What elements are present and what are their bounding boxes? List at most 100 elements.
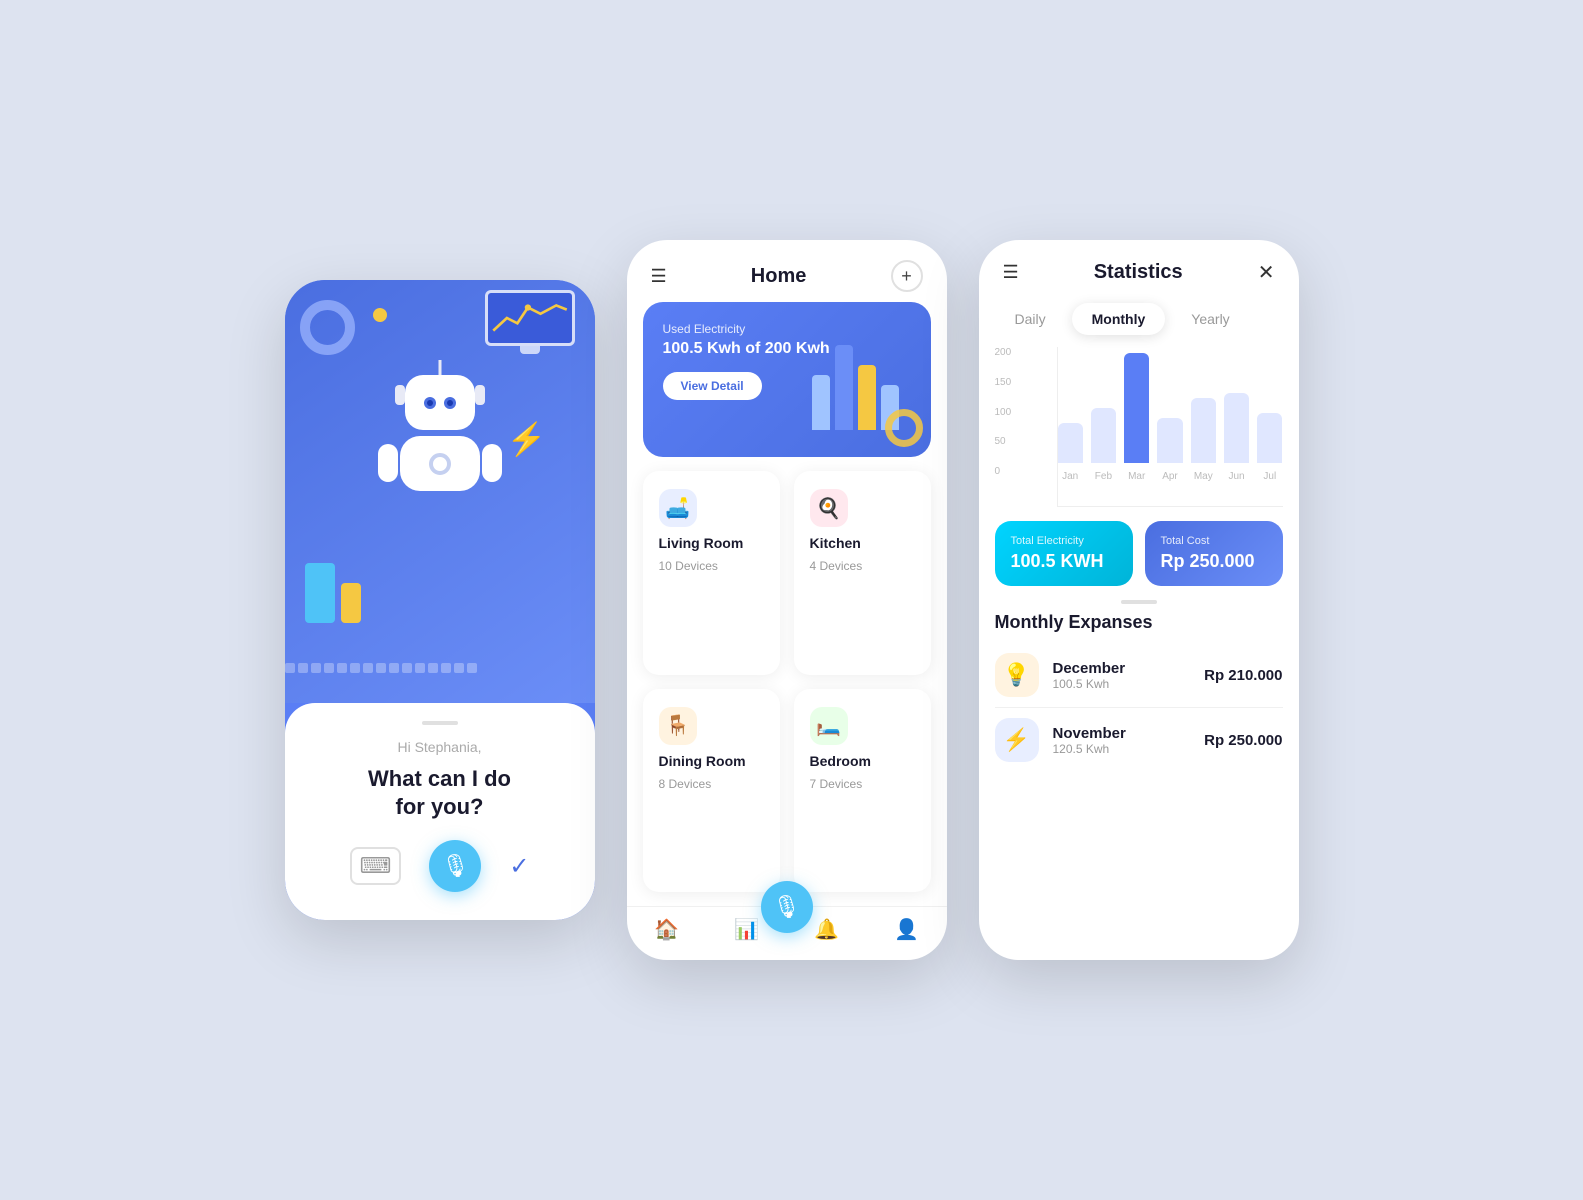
grid-cell <box>402 663 412 673</box>
bar-may-rect <box>1191 398 1216 463</box>
kitchen-name: Kitchen <box>810 535 915 551</box>
lightning-icon: ⚡ <box>507 420 547 458</box>
bar-jun-label: Jun <box>1228 471 1244 482</box>
add-button[interactable]: + <box>891 260 923 292</box>
keyboard-icon[interactable]: ⌨ <box>350 847 402 885</box>
bar-jul: Jul <box>1257 413 1282 482</box>
gold-dot-decoration <box>373 308 387 322</box>
bar-apr-label: Apr <box>1162 471 1178 482</box>
y-label-150: 150 <box>995 377 1012 388</box>
nav-bell-icon[interactable]: 🔔 <box>814 917 839 942</box>
bar-feb-label: Feb <box>1095 471 1112 482</box>
room-card-kitchen[interactable]: 🍳 Kitchen 4 Devices <box>794 471 931 675</box>
y-label-200: 200 <box>995 347 1012 358</box>
ring-decoration <box>885 409 923 447</box>
view-detail-button[interactable]: View Detail <box>663 372 762 400</box>
mic-button[interactable]: 🎙 <box>429 840 481 892</box>
bedroom-icon: 🛏️ <box>810 707 848 745</box>
phone-home: ☰ Home + Used Electricity 100.5 Kwh of 2… <box>627 240 947 960</box>
robot-ear-right <box>475 385 485 405</box>
bar-apr-rect <box>1157 418 1182 463</box>
bar-jul-label: Jul <box>1263 471 1276 482</box>
bar-mar-label: Mar <box>1128 471 1145 482</box>
bar-mar: Mar <box>1124 353 1149 482</box>
grid-row <box>285 663 347 673</box>
tab-yearly[interactable]: Yearly <box>1171 303 1249 335</box>
grid-cell <box>285 663 295 673</box>
kitchen-devices: 4 Devices <box>810 559 915 573</box>
bedroom-devices: 7 Devices <box>810 777 915 791</box>
cube-orange <box>341 583 361 623</box>
bar-3 <box>858 365 876 430</box>
total-electricity-card: Total Electricity 100.5 KWH <box>995 521 1133 586</box>
grid-row <box>415 663 477 673</box>
phone1-bottom: Hi Stephania, What can I do for you? ⌨ 🎙… <box>285 703 595 920</box>
nav-home-icon[interactable]: 🏠 <box>654 917 679 942</box>
robot-eye-left-center <box>427 400 433 406</box>
monitor-screen <box>485 290 575 346</box>
robot-illustration <box>375 375 505 515</box>
bedroom-name: Bedroom <box>810 753 915 769</box>
bar-jun-rect <box>1224 393 1249 463</box>
phone-statistics: ☰ Statistics ✕ Daily Monthly Yearly 200 … <box>979 240 1299 960</box>
living-room-devices: 10 Devices <box>659 559 764 573</box>
expense-november: ⚡ November 120.5 Kwh Rp 250.000 <box>979 708 1299 772</box>
y-label-0: 0 <box>995 466 1012 477</box>
y-label-100: 100 <box>995 407 1012 418</box>
bar-feb: Feb <box>1091 408 1116 482</box>
chart-svg <box>488 293 572 343</box>
room-card-dining[interactable]: 🪑 Dining Room 8 Devices <box>643 689 780 893</box>
grid-cell <box>467 663 477 673</box>
bars-wrapper: Jan Feb Mar Apr <box>1027 347 1283 507</box>
menu-icon[interactable]: ☰ <box>651 266 667 287</box>
drag-handle <box>422 721 458 725</box>
robot-ear-left <box>395 385 405 405</box>
home-header: ☰ Home + <box>627 240 947 302</box>
robot-antenna <box>438 360 441 375</box>
robot-arm-right <box>482 444 502 482</box>
grid-cell <box>337 663 347 673</box>
robot-body <box>400 436 480 491</box>
question-text: What can I do for you? <box>368 765 511 822</box>
stats-title: Statistics <box>1094 261 1183 284</box>
stats-header: ☰ Statistics ✕ <box>979 240 1299 295</box>
stats-menu-icon[interactable]: ☰ <box>1003 262 1019 283</box>
electricity-banner: Used Electricity 100.5 Kwh of 200 Kwh Vi… <box>643 302 931 457</box>
cube-blue <box>305 563 335 623</box>
nav-profile-icon[interactable]: 👤 <box>894 917 919 942</box>
bar-1 <box>812 375 830 430</box>
check-icon[interactable]: ✓ <box>509 852 529 881</box>
grid-cell <box>389 663 399 673</box>
expense-dec-month: December <box>1053 660 1191 677</box>
bar-jun: Jun <box>1224 393 1249 482</box>
tab-daily[interactable]: Daily <box>995 303 1066 335</box>
kitchen-icon: 🍳 <box>810 489 848 527</box>
monitor-decoration <box>485 290 575 360</box>
nav-chart-icon[interactable]: 📊 <box>734 917 759 942</box>
bar-jan-rect <box>1058 423 1083 463</box>
expense-nov-month: November <box>1053 725 1191 742</box>
grid-row <box>350 663 412 673</box>
close-button[interactable]: ✕ <box>1258 260 1275 285</box>
room-card-living[interactable]: 🛋️ Living Room 10 Devices <box>643 471 780 675</box>
living-room-name: Living Room <box>659 535 764 551</box>
grid-cell <box>428 663 438 673</box>
expenses-title: Monthly Expanses <box>979 612 1299 643</box>
y-axis-labels: 200 150 100 50 0 <box>995 347 1012 477</box>
robot-eye-right <box>444 397 456 409</box>
total-cost-card: Total Cost Rp 250.000 <box>1145 521 1283 586</box>
expense-nov-icon: ⚡ <box>995 718 1039 762</box>
dining-room-name: Dining Room <box>659 753 764 769</box>
room-card-bedroom[interactable]: 🛏️ Bedroom 7 Devices <box>794 689 931 893</box>
grid-cell <box>454 663 464 673</box>
bottom-nav: 🏠 📊 🎙 🔔 👤 <box>627 906 947 960</box>
phone1-bg: ⚡ <box>285 280 595 703</box>
stats-cards: Total Electricity 100.5 KWH Total Cost R… <box>979 507 1299 596</box>
cost-label: Total Cost <box>1161 535 1267 547</box>
bar-feb-rect <box>1091 408 1116 463</box>
robot-chest-circle <box>429 453 451 475</box>
grid-cell <box>376 663 386 673</box>
nav-mic-button[interactable]: 🎙 <box>761 881 813 933</box>
tab-monthly[interactable]: Monthly <box>1072 303 1166 335</box>
grid-cell <box>324 663 334 673</box>
